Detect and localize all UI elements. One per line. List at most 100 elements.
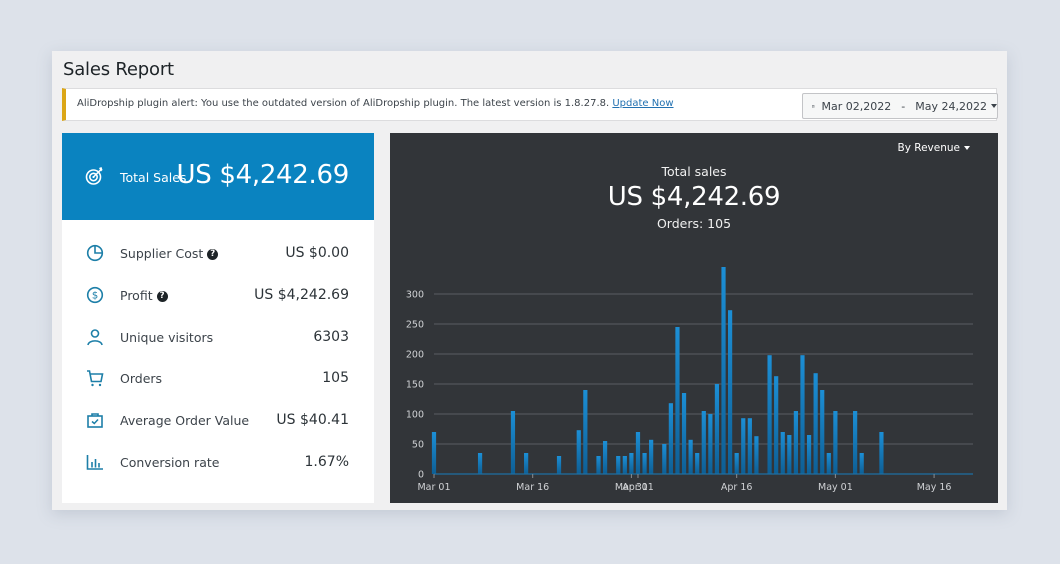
bar (576, 430, 581, 474)
page-title: Sales Report (63, 59, 174, 80)
y-tick-label: 300 (406, 290, 424, 301)
bar (642, 453, 647, 474)
cart-icon (87, 370, 104, 387)
y-tick-label: 200 (406, 350, 424, 361)
metric-unique-visitors: Unique visitors 6303 (62, 322, 374, 354)
bar (754, 436, 759, 474)
bar (616, 456, 621, 474)
bar (556, 456, 562, 474)
bar (714, 384, 720, 474)
metric-conversion-rate: Conversion rate 1.67% (62, 447, 374, 479)
x-tick-label: Mar 01 (417, 482, 450, 493)
bar (431, 432, 437, 474)
metric-label: Conversion rate (120, 455, 220, 470)
bar (879, 432, 884, 474)
metric-supplier-cost: Supplier Cost? US $0.00 (62, 238, 374, 270)
bar (708, 414, 713, 474)
bar (813, 373, 818, 474)
chart-panel-title: Total sales (661, 164, 727, 179)
bar (675, 327, 680, 474)
svg-text:$: $ (92, 291, 98, 302)
metric-value: 105 (322, 370, 349, 386)
metric-select-dropdown[interactable]: By Revenue (898, 142, 970, 154)
x-tick-label: Apr 01 (622, 482, 654, 493)
metric-profit: $ Profit? US $4,242.69 (62, 280, 374, 312)
user-icon (87, 329, 103, 346)
bar (747, 418, 752, 474)
bar (649, 439, 654, 474)
bar (774, 376, 779, 474)
update-now-link[interactable]: Update Now (612, 98, 673, 109)
help-icon[interactable]: ? (156, 291, 168, 302)
caret-down-icon (991, 104, 997, 108)
y-tick-label: 150 (406, 380, 424, 391)
shopping-bag-icon (87, 413, 103, 428)
bar (662, 444, 667, 474)
chart-panel-orders: Orders: 105 (656, 216, 732, 231)
bar (688, 439, 693, 474)
bar (596, 456, 601, 474)
bar (524, 453, 529, 474)
dollar-circle-icon: $ (86, 286, 104, 304)
bar (853, 411, 858, 474)
bar-chart-icon (86, 455, 103, 470)
bar (635, 432, 641, 474)
x-tick-label: May 16 (917, 482, 952, 493)
bar (622, 456, 627, 474)
bar (721, 267, 726, 474)
y-tick-label: 50 (412, 440, 424, 451)
metric-select-value: By Revenue (897, 142, 960, 154)
bar (701, 411, 706, 474)
metric-label: Average Order Value (120, 413, 250, 428)
bar (806, 435, 812, 474)
bar (668, 403, 673, 474)
total-sales-card: Total Sales US $4,242.69 (62, 133, 374, 220)
metric-label: Orders (120, 371, 163, 386)
bar (741, 418, 746, 474)
y-tick-label: 100 (406, 410, 424, 421)
sales-chart-panel: 0 50 100 150 200 250 300 Mar 01 Mar 16 Mar 31 Apr … (390, 133, 998, 503)
metric-value: US $40.41 (276, 412, 349, 428)
y-tick-label: 250 (406, 320, 424, 331)
bar (728, 310, 733, 474)
caret-down-icon (964, 146, 970, 150)
bar (859, 453, 864, 474)
bar (681, 393, 687, 474)
metric-value: 1.67% (304, 454, 349, 470)
metric-value: US $4,242.69 (254, 287, 349, 303)
bar (820, 390, 825, 474)
chart-panel-total-value: US $4,242.69 (607, 182, 781, 212)
metric-label: Supplier Cost (120, 246, 204, 261)
metric-value: 6303 (313, 329, 349, 345)
sales-report-page: Sales Report AliDropship plugin alert: Y… (52, 51, 1007, 510)
metric-average-order-value: Average Order Value US $40.41 (62, 405, 374, 437)
bar (602, 441, 608, 474)
date-range-picker[interactable]: Mar 02,2022 - May 24,2022 (802, 93, 998, 119)
x-tick-label: Apr 16 (721, 482, 753, 493)
bar (780, 432, 785, 474)
date-end: May 24,2022 (915, 99, 987, 113)
bar (826, 453, 831, 474)
notice-text: AliDropship plugin alert: You use the ou… (77, 98, 613, 109)
y-tick-label: 0 (418, 470, 424, 481)
summary-panel: Total Sales US $4,242.69 Supplier Cost? … (62, 133, 374, 503)
bar (787, 435, 792, 474)
bar (629, 453, 634, 474)
bar (734, 453, 739, 474)
total-sales-value: US $4,242.69 (176, 160, 349, 190)
bar (583, 390, 588, 474)
help-icon[interactable]: ? (207, 249, 219, 260)
bar (767, 355, 772, 474)
x-tick-label: May 01 (818, 482, 853, 493)
metric-label: Profit (120, 288, 153, 303)
x-tick-label: Mar 16 (516, 482, 549, 493)
target-icon (85, 167, 104, 185)
bar (510, 411, 516, 474)
date-start: Mar 02,2022 (821, 99, 892, 113)
bar (695, 453, 700, 474)
metric-value: US $0.00 (285, 245, 349, 261)
bar (793, 411, 798, 474)
date-separator: - (901, 99, 906, 113)
bar (833, 411, 838, 474)
metric-orders: Orders 105 (62, 363, 374, 395)
